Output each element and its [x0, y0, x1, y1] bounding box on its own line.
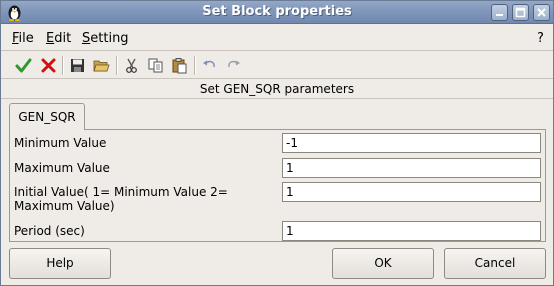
help-button[interactable]: Help: [9, 248, 111, 279]
window-title: Set Block properties: [202, 4, 352, 19]
paste-icon[interactable]: [169, 55, 190, 76]
menu-file[interactable]: File: [12, 31, 34, 46]
dialog-header: Set GEN_SQR parameters: [199, 82, 355, 96]
menu-edit[interactable]: Edit: [46, 31, 71, 46]
period-field[interactable]: [282, 221, 541, 241]
toolbar-separator: [116, 56, 118, 75]
menu-bar: File Edit Setting ?: [1, 25, 553, 51]
cut-icon[interactable]: [121, 55, 142, 76]
tab-gen-sqr[interactable]: GEN_SQR: [9, 103, 85, 130]
toolbar-separator: [194, 56, 196, 75]
menu-file-label: File: [12, 31, 34, 46]
menu-edit-label: Edit: [46, 31, 72, 46]
menu-setting-label: Setting: [82, 31, 129, 46]
copy-icon[interactable]: [145, 55, 166, 76]
maximum-value-field[interactable]: [282, 158, 541, 178]
header-divider: [1, 98, 553, 99]
toolbar: [1, 52, 553, 79]
param-label-period: Period (sec): [14, 224, 85, 238]
open-folder-icon[interactable]: [91, 55, 112, 76]
minimize-button[interactable]: [491, 4, 508, 21]
cancel-button[interactable]: Cancel: [444, 248, 546, 279]
menu-help-label: ?: [537, 31, 544, 46]
initial-value-field[interactable]: [282, 182, 541, 202]
param-label-minimum: Minimum Value: [14, 136, 107, 150]
close-window-button[interactable]: [533, 4, 550, 21]
ok-button[interactable]: OK: [332, 248, 434, 279]
minimum-value-field[interactable]: [282, 133, 541, 153]
menu-setting[interactable]: Setting: [82, 31, 129, 46]
cancel-x-icon[interactable]: [38, 55, 59, 76]
param-label-initial: Initial Value( 1= Minimum Value 2= Maxim…: [14, 185, 228, 213]
ok-check-icon[interactable]: [13, 55, 34, 76]
menu-help[interactable]: ?: [537, 31, 544, 46]
save-icon[interactable]: [67, 55, 88, 76]
dialog-window: Set Block properties File Edit Setting ?: [0, 0, 554, 286]
title-bar[interactable]: Set Block properties: [1, 1, 553, 24]
toolbar-separator: [62, 56, 64, 75]
redo-icon[interactable]: [223, 55, 244, 76]
undo-icon[interactable]: [199, 55, 220, 76]
maximize-button[interactable]: [512, 4, 529, 21]
param-label-maximum: Maximum Value: [14, 161, 110, 175]
